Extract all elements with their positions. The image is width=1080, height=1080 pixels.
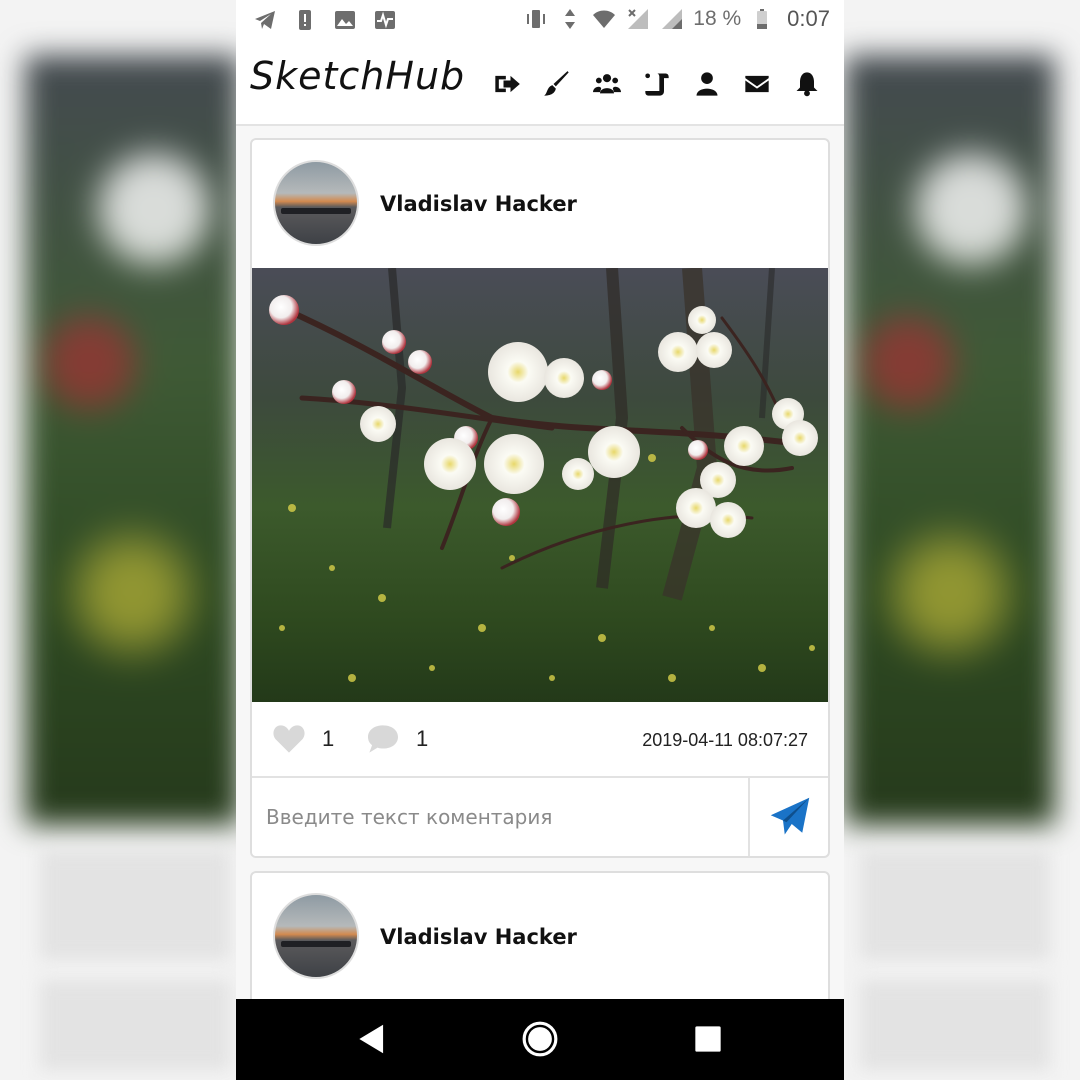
blurred-block — [40, 980, 230, 1070]
send-icon — [770, 797, 810, 835]
blurred-photo-left — [25, 55, 240, 825]
envelope-icon[interactable] — [741, 68, 773, 100]
blurred-block — [860, 980, 1050, 1070]
vibrate-icon — [523, 7, 549, 31]
post-author[interactable]: Vladislav Hacker — [380, 925, 577, 949]
signal-icon — [659, 7, 685, 31]
post-card: Vladislav Hacker — [250, 871, 830, 1011]
users-icon[interactable] — [591, 68, 623, 100]
home-circle-icon — [522, 1021, 558, 1057]
system-nav-bar — [236, 999, 844, 1080]
signal-x-icon — [625, 7, 651, 31]
activity-icon — [372, 8, 398, 32]
back-triangle-icon — [359, 1024, 384, 1054]
data-arrows-icon — [557, 7, 583, 31]
blurred-block — [860, 850, 1050, 960]
clock: 0:07 — [787, 6, 830, 31]
brush-icon[interactable] — [541, 68, 573, 100]
header-nav — [491, 68, 823, 100]
comment-icon — [368, 725, 398, 753]
post-author[interactable]: Vladislav Hacker — [380, 192, 577, 216]
like-count: 1 — [322, 726, 335, 751]
post-header: Vladislav Hacker — [252, 140, 828, 270]
post-stats: 1 1 2019-04-11 08:07:27 — [252, 702, 828, 778]
bell-icon[interactable] — [791, 68, 823, 100]
alert-icon — [292, 8, 318, 32]
recents-square-icon — [695, 1026, 721, 1052]
comment-form — [252, 778, 828, 856]
logout-icon[interactable] — [491, 68, 523, 100]
avatar[interactable] — [273, 160, 359, 246]
user-icon[interactable] — [691, 68, 723, 100]
app-logo[interactable]: SketchHub — [250, 54, 465, 98]
home-button[interactable] — [520, 1019, 560, 1059]
post-date: 2019-04-11 08:07:27 — [642, 730, 808, 750]
phone-screen: 18 % 0:07 SketchHub Vladislav Hacker 1 1… — [236, 0, 844, 1080]
send-button[interactable] — [752, 778, 828, 856]
avatar[interactable] — [273, 893, 359, 979]
battery-icon — [749, 7, 775, 31]
blurred-block — [40, 850, 230, 960]
image-icon — [332, 8, 358, 32]
telegram-icon — [252, 8, 278, 32]
post-photo[interactable] — [252, 268, 828, 702]
app-header: SketchHub — [236, 40, 844, 126]
recents-button[interactable] — [688, 1019, 728, 1059]
wifi-icon — [591, 7, 617, 31]
scroll-icon[interactable] — [641, 68, 673, 100]
post-header: Vladislav Hacker — [252, 873, 828, 1003]
comment-count: 1 — [416, 726, 429, 751]
battery-percent: 18 % — [693, 7, 742, 30]
like-button[interactable]: 1 — [272, 724, 334, 754]
blurred-photo-right — [845, 55, 1055, 825]
comments-button[interactable]: 1 — [366, 724, 428, 754]
heart-icon — [273, 725, 305, 753]
status-bar: 18 % 0:07 — [236, 0, 844, 40]
back-button[interactable] — [352, 1019, 392, 1059]
post-feed: Vladislav Hacker 1 1 2019-04-11 08:07:27… — [236, 126, 844, 1011]
comment-input[interactable] — [252, 778, 750, 856]
post-card: Vladislav Hacker — [250, 138, 830, 858]
